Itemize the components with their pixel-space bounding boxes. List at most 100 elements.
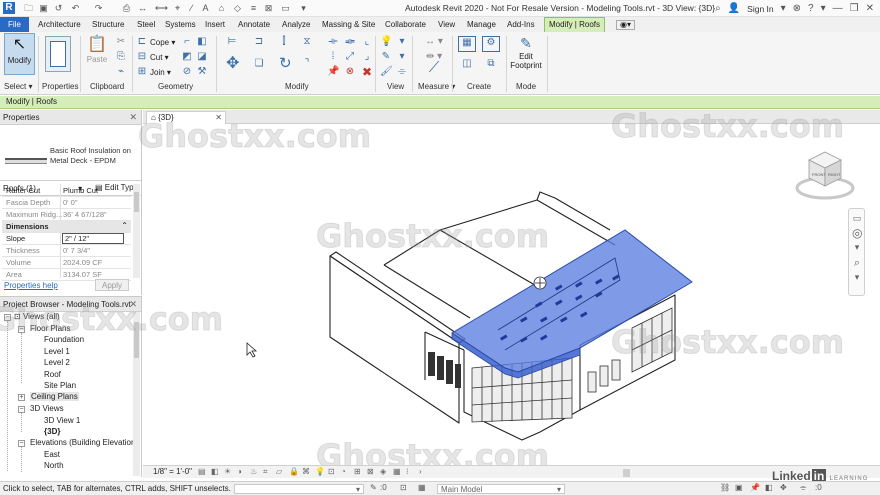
close-hidden-icon[interactable]: ⊠ xyxy=(263,2,274,14)
temp-hide-icon[interactable]: ⌘ xyxy=(302,467,310,476)
tab-massing-site[interactable]: Massing & Site xyxy=(322,17,375,32)
select-underlay-icon[interactable]: ▣ xyxy=(735,483,743,492)
chevron-down-icon[interactable]: ▾ xyxy=(852,242,862,253)
linework-icon[interactable]: ✎ xyxy=(380,51,392,63)
save-icon[interactable]: ▣ xyxy=(38,2,49,14)
detail-line-icon[interactable]: ⁄ xyxy=(186,2,197,14)
horizontal-scroll-thumb[interactable] xyxy=(623,469,630,477)
cope-button[interactable]: Cope ▾ xyxy=(150,38,175,47)
offset-icon[interactable]: ⊐ xyxy=(253,36,265,48)
paintbrush-icon[interactable]: 🖌 xyxy=(380,66,393,78)
copy-icon[interactable]: ⎘ xyxy=(115,51,127,63)
print-icon[interactable]: ⎙ xyxy=(121,2,132,14)
tree-node-site-plan[interactable]: Site Plan xyxy=(44,381,76,390)
revit-logo-icon[interactable]: R xyxy=(3,2,15,14)
tree-node-east[interactable]: East xyxy=(44,450,60,459)
thin-lines-icon[interactable]: ≡ xyxy=(248,2,259,14)
prop-row-slope[interactable]: Slope 2" / 12" xyxy=(2,233,131,245)
align-icon[interactable]: ⊨ xyxy=(226,36,238,48)
switch-windows-icon[interactable]: ▭ xyxy=(280,2,291,14)
expand-toggle[interactable]: + xyxy=(18,394,25,401)
paste-button[interactable]: 📋 Paste xyxy=(86,35,108,64)
select-pinned-icon[interactable]: 📌 xyxy=(750,483,760,492)
steering-wheel-icon[interactable]: ◎ xyxy=(852,226,862,240)
expand-toggle[interactable]: − xyxy=(18,440,25,447)
tree-node-3d-default[interactable]: {3D} xyxy=(44,427,60,436)
array-icon[interactable]: ⁞ xyxy=(327,51,339,63)
sun-path-icon[interactable]: ☀ xyxy=(224,467,231,476)
restore-icon[interactable]: ❐ xyxy=(850,3,859,14)
mirror-draw-icon[interactable]: ⧖ xyxy=(301,36,313,48)
tab-architecture[interactable]: Architecture xyxy=(38,17,81,32)
filter-icon[interactable]: ⌯ xyxy=(800,483,806,493)
tree-node-3d-views[interactable]: 3D Views xyxy=(30,404,64,413)
building-3d-model[interactable] xyxy=(143,125,880,463)
properties-help-link[interactable]: Properties help xyxy=(4,281,58,290)
tree-node-roof[interactable]: Roof xyxy=(44,370,61,379)
apply-button[interactable]: Apply xyxy=(95,279,129,291)
modify-button[interactable]: ↖ Modify xyxy=(4,33,35,75)
type-selector[interactable]: Basic Roof Insulation on Metal Deck - EP… xyxy=(0,125,141,181)
trim-icon[interactable]: ⌝ xyxy=(301,58,313,70)
cut-geometry-icon[interactable]: ⊟ xyxy=(136,51,148,63)
tree-node-north[interactable]: North xyxy=(44,461,64,470)
minimize-icon[interactable]: ▭ xyxy=(852,213,862,224)
analytical-icon[interactable]: ⊠ xyxy=(367,467,374,476)
3d-view-icon[interactable]: ⌂ xyxy=(216,2,227,14)
view-scale[interactable]: 1/8" = 1'-0" xyxy=(153,467,192,476)
tree-node-elevations[interactable]: Elevations (Building Elevation xyxy=(30,438,135,447)
split-icon[interactable]: ⟛ xyxy=(327,36,339,48)
editable-only-icon[interactable]: ✎ xyxy=(370,483,377,492)
hammer-icon[interactable]: ⚒ xyxy=(196,66,208,78)
crop-view-icon[interactable]: ⌗ xyxy=(263,467,268,477)
view-arrow-icon[interactable]: › xyxy=(419,467,422,476)
cut-button[interactable]: Cut ▾ xyxy=(150,53,169,62)
panel-measure[interactable]: Measure ▾ xyxy=(418,82,455,91)
redo-icon[interactable]: ↷ xyxy=(93,2,104,14)
minimize-icon[interactable]: — xyxy=(833,3,843,14)
reveal-hidden-icon[interactable]: 💡 xyxy=(315,467,325,476)
move-icon[interactable]: ✥ xyxy=(226,56,239,72)
section-icon[interactable]: ◇ xyxy=(232,2,243,14)
help-icon[interactable]: ? xyxy=(808,3,814,14)
create-group-icon[interactable]: ◫ xyxy=(458,58,476,74)
filter-icon[interactable]: ⌯ xyxy=(396,66,408,78)
select-by-face-icon[interactable]: ◧ xyxy=(765,483,773,492)
tab-systems[interactable]: Systems xyxy=(165,17,196,32)
qat-dropdown-icon[interactable]: ▾ xyxy=(298,2,309,14)
view-options-icon[interactable]: ⁝ xyxy=(406,467,409,476)
visual-style-icon[interactable]: ◧ xyxy=(211,467,219,476)
search-icon[interactable]: ⌕ xyxy=(715,3,721,14)
temp-properties-icon[interactable]: ⊡ xyxy=(328,467,335,476)
hide-icon[interactable]: 💡 xyxy=(380,36,392,48)
tab-steel[interactable]: Steel xyxy=(137,17,155,32)
design-options-icon[interactable]: ⊡ xyxy=(400,483,407,492)
drawing-canvas[interactable]: Ghostxx.com Ghostxx.com Ghostxx.com Ghos… xyxy=(137,107,880,476)
dimension-tool-icon[interactable]: ⟋ xyxy=(425,60,443,80)
display-constraints-icon[interactable]: ▦ xyxy=(393,467,401,476)
render-icon[interactable]: ♨ xyxy=(250,467,257,476)
cut-icon[interactable]: ✂ xyxy=(115,36,127,48)
tree-node-3d-view-1[interactable]: 3D View 1 xyxy=(44,416,80,425)
select-links-icon[interactable]: ⛓ xyxy=(720,483,730,492)
override-icon[interactable]: ▾ xyxy=(396,36,408,48)
rotate-icon[interactable]: ↻ xyxy=(279,56,292,71)
paint-icon[interactable]: ◩ xyxy=(181,51,193,63)
remove-paint-icon[interactable]: ◪ xyxy=(196,51,208,63)
tag-icon[interactable]: ⌖ xyxy=(172,2,183,14)
close-icon[interactable]: ✕ xyxy=(129,110,137,125)
tree-node-ceiling-plans[interactable]: Ceiling Plans xyxy=(30,392,79,401)
demolish-icon[interactable]: ⊘ xyxy=(181,66,193,78)
undo-icon[interactable]: ↶ xyxy=(70,2,81,14)
tab-view[interactable]: View xyxy=(438,17,455,32)
delete-icon[interactable]: ✖ xyxy=(361,66,373,78)
collapse-icon[interactable]: ⌃ xyxy=(121,221,128,230)
cope-icon[interactable]: ⊏ xyxy=(136,36,148,48)
measure-icon[interactable]: ↔ xyxy=(137,2,148,14)
shadows-icon[interactable]: ◑ xyxy=(237,467,242,476)
tab-analyze[interactable]: Analyze xyxy=(282,17,310,32)
pin-icon[interactable]: 📌 xyxy=(327,66,339,78)
workset-dropdown[interactable]: ▾ xyxy=(234,484,364,494)
measure-between-icon[interactable]: ↔ ▾ xyxy=(420,36,448,48)
split-face-icon[interactable]: ◧ xyxy=(196,36,208,48)
